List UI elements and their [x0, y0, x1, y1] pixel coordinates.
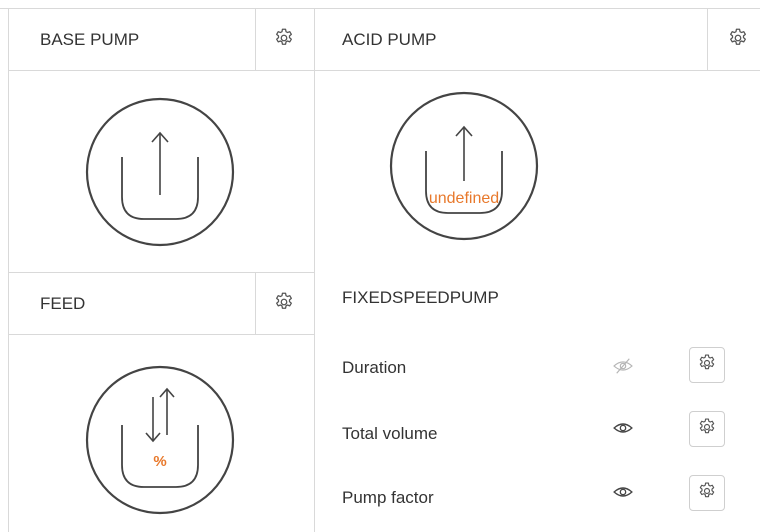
- gear-icon: [273, 27, 295, 49]
- feed-settings-button[interactable]: [271, 289, 297, 315]
- gear-icon: [697, 417, 717, 442]
- duration-settings-button[interactable]: [689, 347, 725, 383]
- pump-factor-visibility-toggle[interactable]: [610, 484, 636, 504]
- gear-icon: [727, 27, 749, 49]
- eye-icon: [612, 420, 634, 441]
- eye-slash-icon: [612, 357, 634, 380]
- pump-up-arrow-icon: [389, 91, 539, 241]
- column-divider: [314, 8, 315, 532]
- feed-top-divider: [8, 272, 314, 273]
- base-pump-header-divider: [8, 70, 314, 71]
- top-border: [0, 8, 760, 9]
- gear-icon: [273, 291, 295, 313]
- acid-pump-header-separator: [707, 8, 708, 70]
- total-volume-settings-button[interactable]: [689, 411, 725, 447]
- pump-factor-label: Pump factor: [342, 488, 434, 507]
- acid-pump-indicator: undefined: [389, 91, 539, 241]
- base-pump-settings-button[interactable]: [271, 25, 297, 51]
- pump-factor-settings-button[interactable]: [689, 475, 725, 511]
- pump-up-arrow-icon: [85, 97, 235, 247]
- pump-up-down-arrows-icon: [85, 365, 235, 515]
- feed-header-divider: [8, 334, 314, 335]
- total-volume-visibility-toggle[interactable]: [610, 420, 636, 440]
- feed-header-separator: [255, 272, 256, 334]
- duration-visibility-toggle[interactable]: [610, 357, 636, 380]
- base-pump-title: BASE PUMP: [40, 30, 140, 49]
- base-pump-header-separator: [255, 8, 256, 70]
- duration-label: Duration: [342, 358, 407, 377]
- acid-pump-header-divider: [314, 70, 760, 71]
- acid-pump-value: undefined: [428, 190, 500, 207]
- gear-icon: [697, 353, 717, 378]
- acid-pump-title: ACID PUMP: [342, 30, 437, 49]
- eye-icon: [612, 484, 634, 505]
- base-pump-indicator: [85, 97, 235, 247]
- feed-title: FEED: [40, 294, 86, 313]
- feed-value: %: [153, 453, 167, 470]
- total-volume-label: Total volume: [342, 424, 438, 443]
- feed-indicator: %: [85, 365, 235, 515]
- pump-type-label: FIXEDSPEEDPUMP: [342, 288, 499, 307]
- left-border: [8, 8, 9, 532]
- acid-pump-settings-button[interactable]: [725, 25, 751, 51]
- gear-icon: [697, 481, 717, 506]
